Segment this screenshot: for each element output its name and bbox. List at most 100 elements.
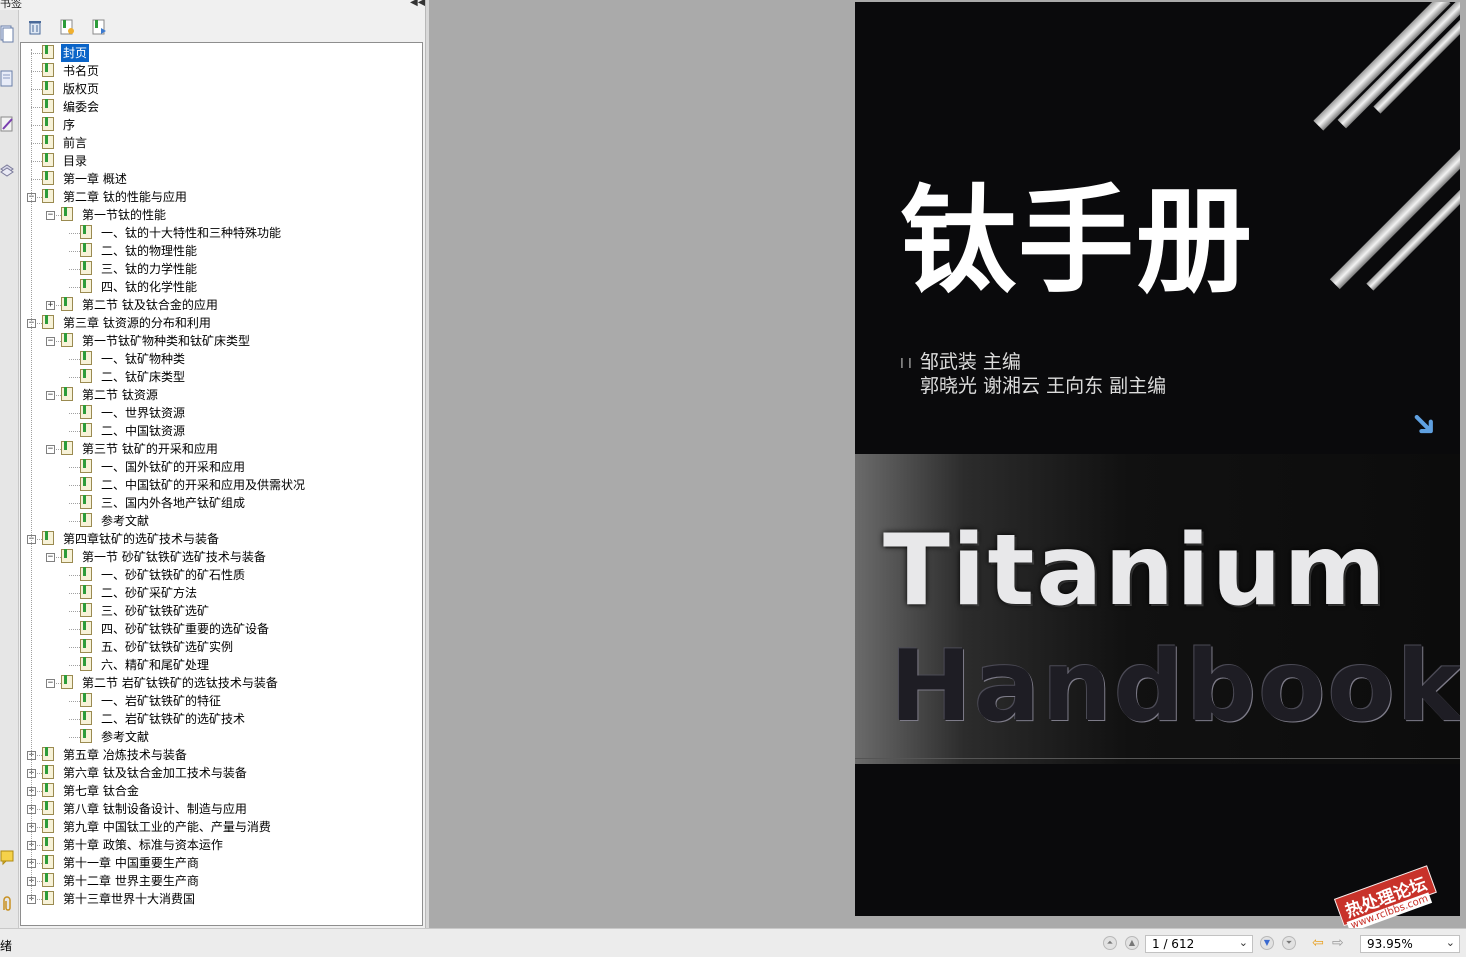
previous-page-icon[interactable]: ▲ <box>1125 936 1139 950</box>
tree-connector <box>69 701 80 702</box>
bookmark-icon <box>61 333 73 347</box>
tree-connector <box>69 719 80 720</box>
cover-editor-text: 邹武装 主编 <box>919 351 1021 373</box>
tree-connector <box>31 107 42 108</box>
bookmark-icon <box>80 657 92 671</box>
bookmark-label: 一、钛矿物种类 <box>101 352 186 366</box>
tree-connector <box>69 485 80 486</box>
bookmark-label: 五、砂矿钛铁矿选矿实例 <box>101 640 234 654</box>
bookmark-label: 二、岩矿钛铁矿的选矿技术 <box>101 712 246 726</box>
bookmark-label: 第四章钛矿的选矿技术与装备 <box>63 532 220 546</box>
bookmark-icon <box>42 135 54 149</box>
tree-connector <box>69 287 80 288</box>
bookmark-icon <box>42 99 54 113</box>
pages-icon[interactable] <box>0 25 14 43</box>
bookmark-icon <box>80 693 92 707</box>
bookmark-icon <box>42 189 54 203</box>
tree-connector <box>31 53 42 54</box>
tree-connector <box>69 413 80 414</box>
bookmark-icon <box>42 837 54 851</box>
document-icon[interactable] <box>0 70 14 88</box>
double-chevron-left-icon[interactable]: ◀◀ <box>410 0 425 8</box>
bookmark-label: 第一节钛矿物种类和钛矿床类型 <box>82 334 251 348</box>
bookmark-label: 第六章 钛及钛合金加工技术与装备 <box>63 766 247 780</box>
bookmark-icon <box>42 153 54 167</box>
bookmark-label: 第三章 钛资源的分布和利用 <box>63 316 211 330</box>
bookmark-icon <box>42 801 54 815</box>
bookmark-icon <box>80 729 92 743</box>
cover-title: 钛手册 <box>900 174 1254 309</box>
tree-connector <box>69 503 80 504</box>
decorative-stripe <box>1337 2 1460 129</box>
new-bookmark-icon[interactable] <box>58 18 76 36</box>
page-number-field[interactable]: 1 / 612 ⌄ <box>1145 935 1253 953</box>
bookmark-label: 二、中国钛资源 <box>101 424 186 438</box>
bookmark-label: 三、砂矿钛铁矿选矿 <box>101 604 210 618</box>
collapse-icon[interactable]: − <box>46 679 55 688</box>
bookmark-icon <box>61 441 73 455</box>
editor-mark: I I <box>900 357 912 372</box>
bookmark-label: 四、钛的化学性能 <box>101 280 198 294</box>
tree-connector <box>69 737 80 738</box>
next-page-icon[interactable]: ▼ <box>1260 936 1274 950</box>
first-page-icon[interactable]: ⏶ <box>1103 936 1117 950</box>
status-bar: 绪 ⏶ ▲ 1 / 612 ⌄ ▼ ⏷ ⇦ ⇨ 93.95% ⌄ <box>0 928 1466 957</box>
tree-connector <box>69 467 80 468</box>
bookmark-tree: 封页 书名页 版权页 编委会序前言 目录 第一章 概述 第二章 钛的性能与应用 − 第一节钛的性… <box>20 42 423 926</box>
collapse-icon[interactable]: − <box>46 211 55 220</box>
attachment-icon[interactable] <box>0 895 14 913</box>
comments-icon[interactable] <box>0 848 14 866</box>
bookmark-label: 书名页 <box>63 64 100 78</box>
bookmark-label: 编委会 <box>63 100 100 114</box>
bookmark-options-icon[interactable] <box>90 18 108 36</box>
bookmark-icon <box>42 855 54 869</box>
bookmark-icon <box>80 513 92 527</box>
bookmark-icon <box>42 81 54 95</box>
bookmark-label: 四、砂矿钛铁矿重要的选矿设备 <box>101 622 270 636</box>
bookmark-label: 前言 <box>63 136 88 150</box>
page-number-text: 1 / 612 <box>1152 937 1195 951</box>
bookmark-label: 目录 <box>63 154 88 168</box>
bookmark-label: 封页 <box>61 44 90 62</box>
navigation-icon-strip <box>0 10 19 928</box>
bookmark-icon <box>61 675 73 689</box>
bookmark-label: 第十二章 世界主要生产商 <box>63 874 199 888</box>
forward-arrow-icon[interactable]: ⇨ <box>1332 935 1344 951</box>
tree-connector <box>31 179 42 180</box>
bookmark-icon <box>61 297 73 311</box>
collapse-icon[interactable]: − <box>46 391 55 400</box>
bookmark-icon <box>80 279 92 293</box>
bookmark-icon <box>80 567 92 581</box>
collapse-icon[interactable]: − <box>46 553 55 562</box>
last-page-icon[interactable]: ⏷ <box>1282 936 1296 950</box>
chevron-down-icon[interactable]: ⌄ <box>1239 936 1248 949</box>
bookmark-icon <box>80 603 92 617</box>
bookmark-label: 一、钛的十大特性和三种特殊功能 <box>101 226 282 240</box>
bookmark-icon <box>80 351 92 365</box>
bookmark-icon <box>80 639 92 653</box>
bookmark-icon <box>42 45 54 59</box>
back-arrow-icon[interactable]: ⇦ <box>1312 935 1324 951</box>
bookmark-icon <box>42 315 54 329</box>
zoom-field[interactable]: 93.95% ⌄ <box>1360 935 1460 953</box>
expand-icon[interactable]: + <box>46 301 55 310</box>
chevron-down-icon[interactable]: ⌄ <box>1446 936 1455 949</box>
book-cover-page: 钛手册 I I 邹武装 主编 郭晓光 谢湘云 王向东 副主编 ➜ Titanium… <box>855 2 1460 916</box>
signature-icon[interactable] <box>0 115 14 133</box>
bookmark-icon <box>80 261 92 275</box>
tree-connector <box>69 647 80 648</box>
bookmark-icon <box>42 765 54 779</box>
bookmark-label: 二、钛矿床类型 <box>101 370 186 384</box>
tree-connector <box>31 125 42 126</box>
collapse-icon[interactable]: − <box>46 337 55 346</box>
layers-icon[interactable] <box>0 160 14 178</box>
bookmark-label: 第三节 钛矿的开采和应用 <box>82 442 218 456</box>
bookmark-label: 第一节 砂矿钛铁矿选矿技术与装备 <box>82 550 266 564</box>
tree-connector <box>69 611 80 612</box>
delete-bookmark-icon[interactable] <box>26 18 44 36</box>
bookmark-icon <box>42 531 54 545</box>
tree-connector <box>31 89 42 90</box>
collapse-icon[interactable]: − <box>46 445 55 454</box>
bookmark-label: 第二节 钛及钛合金的应用 <box>82 298 218 312</box>
tree-connector <box>31 71 42 72</box>
